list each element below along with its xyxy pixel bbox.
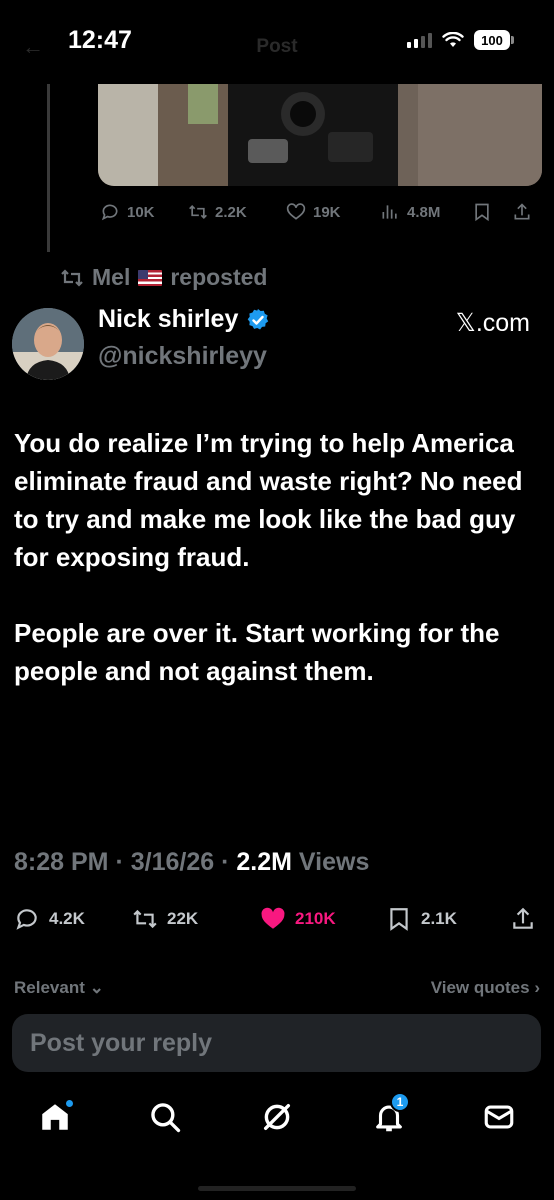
- mail-icon: [484, 1105, 514, 1129]
- previous-post-media-image[interactable]: [98, 84, 542, 186]
- reposted-label: reposted: [170, 264, 268, 290]
- repost-icon: [133, 909, 157, 929]
- repost-icon: [61, 268, 83, 287]
- sort-dropdown[interactable]: Relevant ⌄: [14, 978, 104, 998]
- thread-connector-line: [47, 84, 50, 252]
- share-icon: [513, 907, 533, 929]
- views-count: 4.8M: [407, 203, 441, 221]
- reply-count: 10K: [127, 203, 155, 221]
- source-link[interactable]: 𝕏.com: [456, 308, 530, 338]
- reply-action[interactable]: 4.2K: [14, 906, 85, 932]
- chevron-down-icon: ⌄: [89, 978, 104, 997]
- verified-badge-icon: [248, 308, 269, 329]
- cellular-signal-icon: [407, 32, 432, 48]
- post-body: You do realize I’m trying to help Americ…: [14, 424, 544, 728]
- share-action[interactable]: [512, 202, 532, 222]
- repost-action[interactable]: 2.2K: [188, 202, 247, 222]
- status-bar: ← Post 12:47 100: [0, 0, 554, 84]
- reply-input[interactable]: Post your reply: [12, 1014, 541, 1072]
- bookmark-icon: [475, 203, 489, 222]
- share-icon: [514, 203, 530, 220]
- share-action[interactable]: [510, 906, 536, 932]
- like-action[interactable]: 210K: [260, 906, 336, 932]
- repost-icon: [189, 204, 207, 220]
- nav-search[interactable]: [148, 1100, 182, 1134]
- post-time[interactable]: 8:28 PM: [14, 848, 108, 876]
- reply-icon: [16, 909, 37, 930]
- new-posts-dot: [66, 1100, 73, 1107]
- grok-icon: [263, 1103, 291, 1131]
- status-time: 12:47: [68, 26, 132, 54]
- wifi-icon: [442, 32, 464, 47]
- post-paragraph: You do realize I’m trying to help Americ…: [14, 428, 523, 572]
- reply-count: 4.2K: [49, 909, 85, 928]
- post-paragraph: People are over it. Start working for th…: [14, 618, 500, 686]
- reply-action[interactable]: 10K: [100, 202, 155, 222]
- avatar[interactable]: [12, 308, 84, 380]
- bookmark-action[interactable]: [472, 202, 492, 222]
- bottom-nav: 1: [0, 1090, 554, 1150]
- author-name: Nick shirley: [98, 305, 239, 333]
- nav-messages[interactable]: [482, 1100, 516, 1134]
- repost-count: 22K: [167, 909, 199, 928]
- repost-count: 2.2K: [215, 203, 247, 221]
- view-quotes-label: View quotes: [430, 978, 530, 997]
- views-label: Views: [298, 848, 370, 876]
- reposter-name: Mel: [92, 264, 131, 290]
- post-date[interactable]: 3/16/26: [131, 848, 214, 876]
- like-action[interactable]: 19K: [286, 202, 341, 222]
- us-flag-icon: [138, 269, 163, 286]
- views-action[interactable]: 4.8M: [380, 202, 440, 222]
- notification-badge: 1: [390, 1092, 410, 1112]
- view-quotes-link[interactable]: View quotes ›: [431, 978, 540, 998]
- repost-action[interactable]: 22K: [132, 906, 198, 932]
- meta-separator: ·: [221, 848, 237, 876]
- heart-icon: [286, 203, 306, 220]
- reply-placeholder: Post your reply: [30, 1028, 212, 1057]
- heart-filled-icon: [261, 907, 285, 929]
- views-count: 2.2M: [236, 848, 292, 876]
- chevron-right-icon: ›: [534, 978, 540, 997]
- post-actions: 4.2K 22K 210K 2.1K: [14, 906, 540, 936]
- home-indicator: [198, 1186, 356, 1191]
- previous-post-actions: 10K 2.2K 19K 4.8M: [100, 202, 540, 228]
- bookmark-icon: [390, 908, 408, 931]
- author-handle[interactable]: @nickshirleyy: [98, 342, 267, 371]
- like-count: 210K: [295, 909, 336, 928]
- repost-attribution[interactable]: Mel reposted: [60, 264, 267, 291]
- meta-separator: ·: [115, 848, 131, 876]
- nav-notifications[interactable]: 1: [372, 1092, 410, 1134]
- reply-icon: [101, 204, 118, 221]
- nav-grok[interactable]: [260, 1100, 294, 1134]
- search-icon: [151, 1103, 181, 1133]
- views-chart-icon: [382, 205, 397, 219]
- sort-label: Relevant: [14, 978, 85, 997]
- author-name-row[interactable]: Nick shirley: [98, 305, 270, 334]
- status-indicators: 100: [407, 30, 514, 50]
- battery-indicator: 100: [474, 30, 514, 50]
- bookmark-action[interactable]: 2.1K: [386, 906, 457, 932]
- post-meta: 8:28 PM · 3/16/26 · 2.2M Views: [14, 848, 369, 877]
- bookmark-count: 2.1K: [421, 909, 457, 928]
- nav-home[interactable]: [38, 1100, 73, 1134]
- like-count: 19K: [313, 203, 341, 221]
